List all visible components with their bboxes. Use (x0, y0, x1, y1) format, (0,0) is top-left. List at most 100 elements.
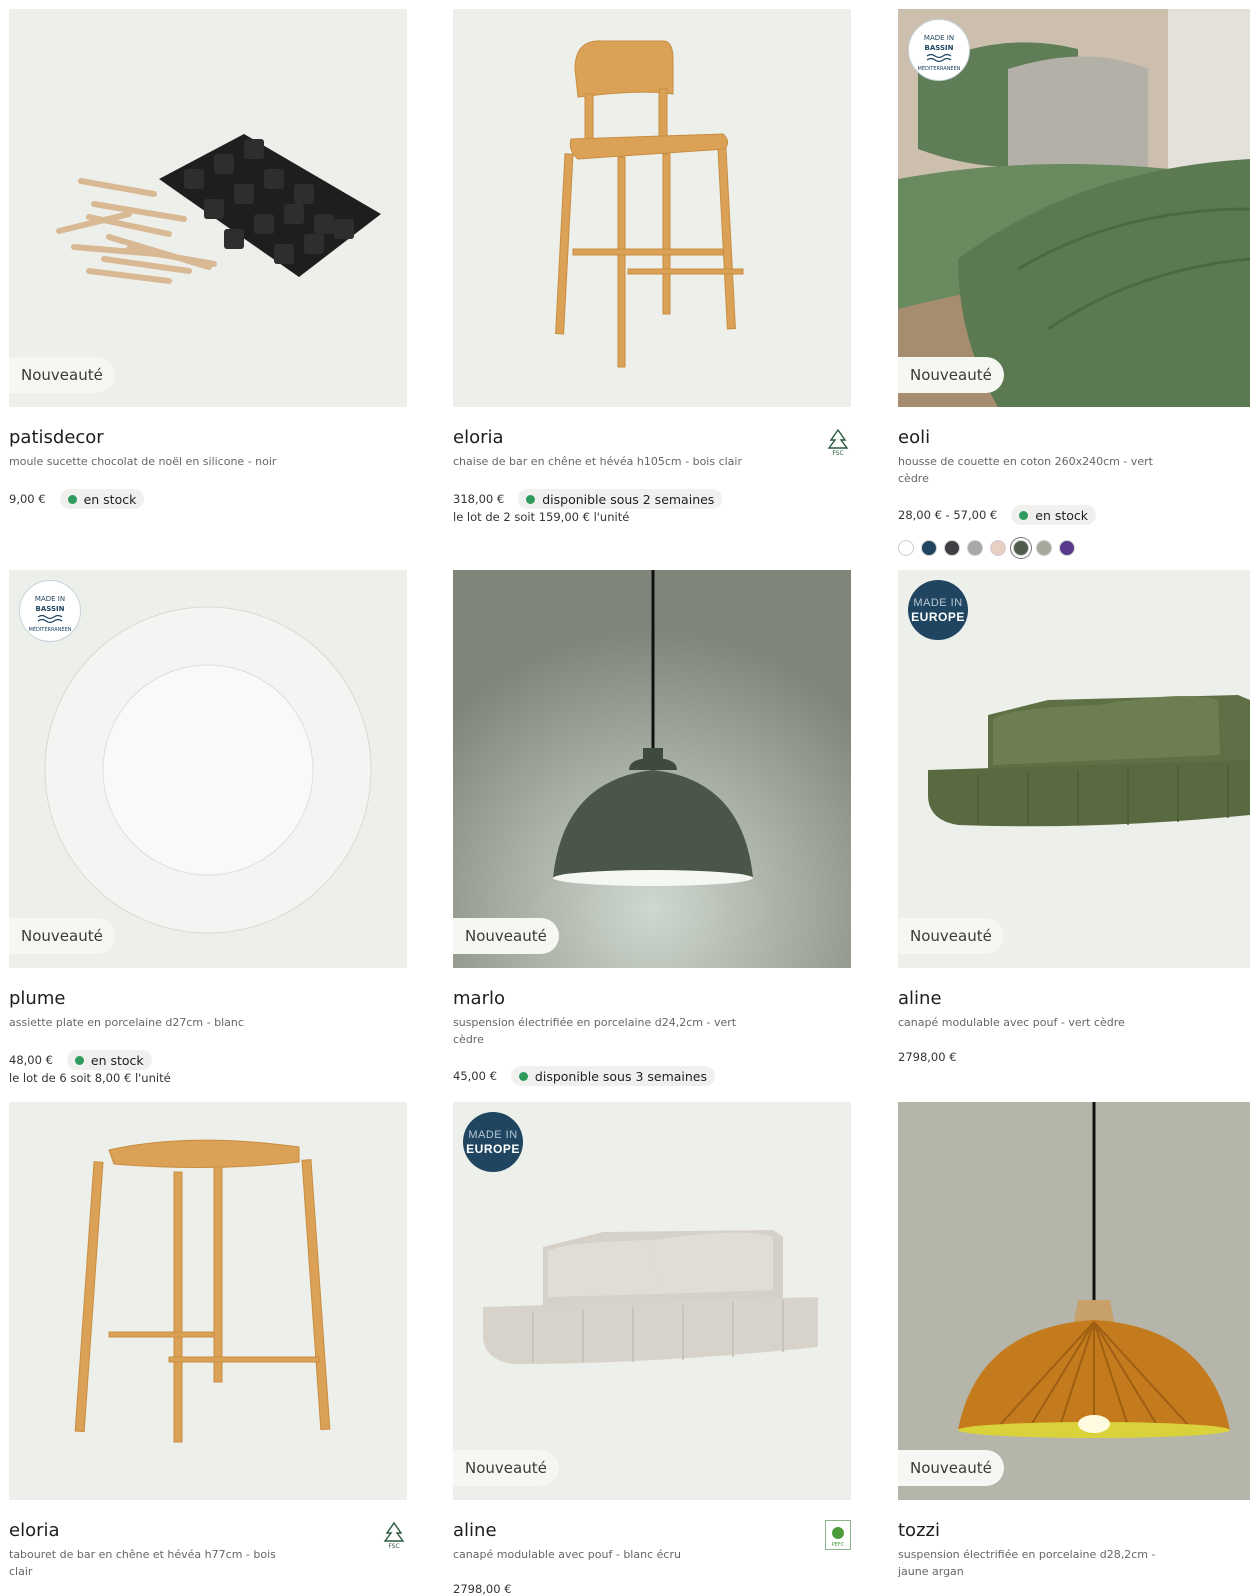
swatch-grey[interactable] (967, 540, 983, 556)
product-card-aline-ecru[interactable]: MADE IN EUROPE Nouveauté aline PEFC cana… (453, 1102, 851, 1596)
product-image[interactable] (453, 9, 851, 407)
stock-label: disponible sous 3 semaines (534, 1068, 708, 1084)
price: 9,00 € (9, 492, 46, 506)
stock-dot-icon (74, 1055, 84, 1065)
made-in-europe-line2: EUROPE (466, 1142, 520, 1156)
product-image[interactable]: MADE IN EUROPE Nouveauté (453, 1102, 851, 1500)
svg-text:PEFC: PEFC (832, 1542, 845, 1548)
made-in-mediterranean-badge: MADE IN BASSIN MÉDITERRANÉEN (908, 19, 970, 81)
chocolate-mold-illustration (56, 134, 381, 284)
price-row: 28,00 € - 57,00 € en stock (898, 505, 1097, 525)
new-badge: Nouveauté (898, 918, 1004, 954)
price-row: 2798,00 € (453, 1582, 512, 1596)
new-badge: Nouveauté (453, 918, 559, 954)
product-name[interactable]: eloria (453, 427, 504, 448)
swatch-cedar-green-selected[interactable] (1013, 540, 1029, 556)
price-row: 2798,00 € (898, 1050, 957, 1064)
product-card-eloria-stool[interactable]: eloria FSC tabouret de bar en chêne et h… (9, 1102, 407, 1596)
product-image[interactable] (9, 1102, 407, 1500)
stock-dot-icon (1019, 510, 1029, 520)
lot-info: le lot de 2 soit 159,00 € l'unité (453, 510, 630, 524)
stock-label: en stock (90, 1052, 144, 1068)
stock-badge: en stock (1011, 505, 1097, 525)
swatch-sage[interactable] (1036, 540, 1052, 556)
product-name[interactable]: patisdecor (9, 427, 104, 448)
made-in-europe-line2: EUROPE (911, 610, 965, 624)
stock-dot-icon (526, 494, 536, 504)
price: 2798,00 € (453, 1582, 512, 1596)
color-swatches (898, 540, 1082, 556)
product-name[interactable]: plume (9, 988, 65, 1009)
swatch-purple[interactable] (1059, 540, 1075, 556)
product-description: canapé modulable avec pouf - vert cèdre (898, 1016, 1125, 1029)
product-description: moule sucette chocolat de noël en silico… (9, 455, 277, 468)
product-card-tozzi[interactable]: Nouveauté tozzi suspension électrifiée e… (898, 1102, 1250, 1596)
made-in-europe-badge: MADE IN EUROPE (463, 1112, 523, 1172)
new-badge: Nouveauté (9, 918, 115, 954)
svg-text:BASSIN: BASSIN (925, 44, 954, 52)
made-in-europe-badge: MADE IN EUROPE (908, 580, 968, 640)
product-card-patisdecor[interactable]: Nouveauté patisdecor moule sucette choco… (9, 9, 407, 529)
product-description: canapé modulable avec pouf - blanc écru (453, 1548, 681, 1561)
product-name[interactable]: tozzi (898, 1520, 940, 1541)
product-card-eoli[interactable]: MADE IN BASSIN MÉDITERRANÉEN Nouveauté e… (898, 9, 1250, 556)
product-description: chaise de bar en chêne et hévéa h105cm -… (453, 455, 743, 468)
svg-text:MÉDITERRANÉEN: MÉDITERRANÉEN (918, 64, 961, 72)
price-row: 48,00 € en stock (9, 1050, 152, 1070)
product-image[interactable]: MADE IN EUROPE Nouveauté (898, 570, 1250, 968)
svg-text:MÉDITERRANÉEN: MÉDITERRANÉEN (29, 625, 72, 633)
product-description: housse de couette en coton 260x240cm - v… (898, 455, 1153, 485)
swatch-navy[interactable] (921, 540, 937, 556)
price-row: 318,00 € disponible sous 2 semaines (453, 489, 723, 509)
made-in-mediterranean-badge: MADE IN BASSIN MÉDITERRANÉEN (19, 580, 81, 642)
product-description: suspension électrifiée en porcelaine d28… (898, 1548, 1156, 1578)
product-name[interactable]: eoli (898, 427, 930, 448)
product-card-eloria-chair[interactable]: eloria FSC chaise de bar en chêne et hév… (453, 9, 851, 539)
stock-label: en stock (1035, 507, 1089, 523)
swatch-charcoal[interactable] (944, 540, 960, 556)
fsc-certification-icon: FSC (383, 1521, 405, 1550)
product-card-aline-green[interactable]: MADE IN EUROPE Nouveauté aline canapé mo… (898, 570, 1250, 1090)
product-image[interactable]: Nouveauté (453, 570, 851, 968)
made-in-europe-line1: MADE IN (468, 1129, 518, 1141)
swatch-white[interactable] (898, 540, 914, 556)
new-badge: Nouveauté (898, 1450, 1004, 1486)
product-description: assiette plate en porcelaine d27cm - bla… (9, 1016, 244, 1029)
amber-pendant-lamp-illustration (898, 1102, 1250, 1500)
price: 48,00 € (9, 1053, 53, 1067)
pefc-certification-icon: PEFC (825, 1520, 851, 1550)
product-description: suspension électrifiée en porcelaine d24… (453, 1016, 737, 1046)
stock-badge: disponible sous 2 semaines (518, 489, 723, 509)
product-card-marlo[interactable]: Nouveauté marlo suspension électrifiée e… (453, 570, 851, 1090)
product-name[interactable]: aline (898, 988, 942, 1009)
lot-info: le lot de 6 soit 8,00 € l'unité (9, 1071, 171, 1085)
stock-dot-icon (67, 494, 77, 504)
swatch-pink[interactable] (990, 540, 1006, 556)
stock-label: disponible sous 2 semaines (542, 491, 715, 507)
svg-text:MADE IN: MADE IN (35, 595, 65, 603)
product-image[interactable]: Nouveauté (9, 9, 407, 407)
stock-label: en stock (83, 491, 137, 507)
svg-text:FSC: FSC (388, 1543, 399, 1550)
price: 45,00 € (453, 1069, 497, 1083)
product-card-plume[interactable]: MADE IN BASSIN MÉDITERRANÉEN Nouveauté p… (9, 570, 407, 1090)
svg-text:BASSIN: BASSIN (36, 605, 65, 613)
product-name[interactable]: aline (453, 1520, 497, 1541)
pendant-lamp-illustration (453, 570, 851, 968)
made-in-europe-line1: MADE IN (913, 597, 963, 609)
product-image[interactable]: Nouveauté (898, 1102, 1250, 1500)
product-name[interactable]: eloria (9, 1520, 60, 1541)
bar-stool-illustration (74, 1139, 331, 1443)
price: 2798,00 € (898, 1050, 957, 1064)
product-description: tabouret de bar en chêne et hévéa h77cm … (9, 1548, 276, 1578)
svg-text:FSC: FSC (832, 450, 843, 457)
product-image[interactable]: MADE IN BASSIN MÉDITERRANÉEN Nouveauté (9, 570, 407, 968)
stock-badge: disponible sous 3 semaines (510, 1066, 716, 1086)
price-row: 9,00 € en stock (9, 489, 145, 509)
fsc-certification-icon: FSC (827, 428, 849, 457)
product-name[interactable]: marlo (453, 988, 505, 1009)
price-row: 45,00 € disponible sous 3 semaines (453, 1066, 716, 1086)
new-badge: Nouveauté (9, 357, 115, 393)
product-image[interactable]: MADE IN BASSIN MÉDITERRANÉEN Nouveauté (898, 9, 1250, 407)
svg-text:MADE IN: MADE IN (924, 34, 954, 42)
